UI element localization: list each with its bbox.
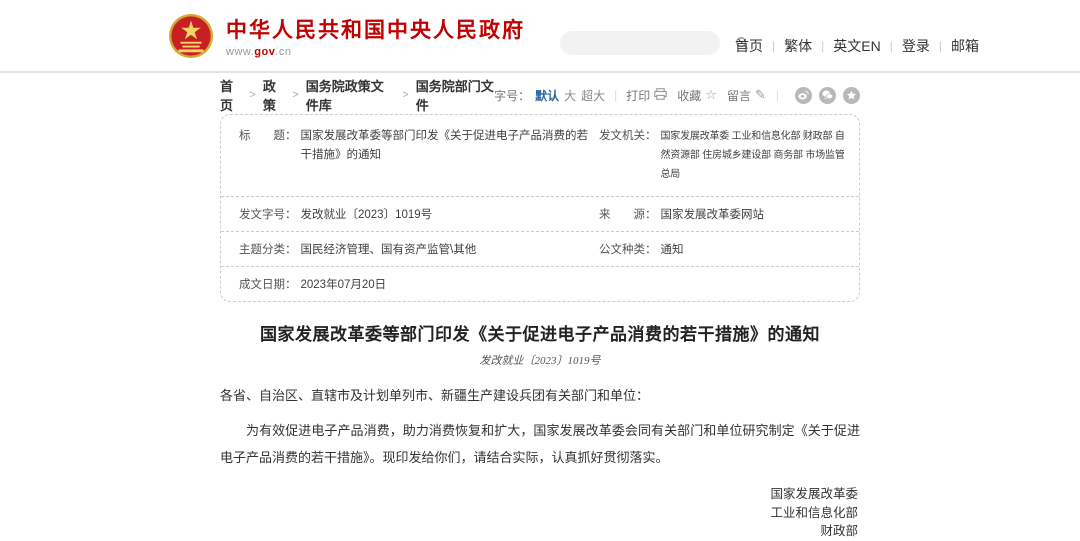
meta-label-doc-number: 发文字号： — [239, 206, 297, 222]
search-box[interactable] — [560, 31, 720, 55]
breadcrumb-item-department-docs[interactable]: 国务院部门文件 — [416, 76, 494, 114]
meta-value-agency: 国家发展改革委 工业和信息化部 财政部 自然资源部 住房城乡建设部 商务部 市场… — [661, 127, 848, 184]
weibo-icon — [798, 90, 809, 100]
breadcrumb-item-policy[interactable]: 政策 — [263, 76, 285, 114]
nav-separator: | — [772, 39, 775, 53]
nav-link-mail[interactable]: 邮箱 — [951, 36, 979, 56]
signature-item: 工业和信息化部 — [220, 504, 858, 523]
document-page: 首页 > 政策 > 国务院政策文件库 > 国务院部门文件 字号： 默认 大 超大… — [220, 86, 860, 541]
meta-value-date: 2023年07月20日 — [301, 276, 387, 292]
meta-value-source: 国家发展改革委网站 — [661, 206, 765, 222]
font-size-option-xlarge[interactable]: 超大 — [581, 87, 605, 104]
meta-cell-doc-type: 公文种类： 通知 — [599, 241, 847, 257]
nav-link-english[interactable]: 英文EN — [833, 36, 880, 56]
font-size-option-large[interactable]: 大 — [564, 87, 576, 104]
article-paragraph: 为有效促进电子产品消费，助力消费恢复和扩大，国家发展改革委会同有关部门和单位研究… — [220, 417, 860, 471]
meta-value-doc-number: 发改就业〔2023〕1019号 — [301, 206, 433, 222]
article-doc-number: 发改就业〔2023〕1019号 — [220, 352, 860, 368]
favorite-button[interactable]: 收藏 ☆ — [677, 87, 717, 104]
site-header: 中华人民共和国中央人民政府 www.gov.cn 首页 | 繁体 | 英文EN … — [0, 0, 1080, 73]
signature-list: 国家发展改革委 工业和信息化部 财政部 自然资源部 住房城乡建设部 商务部 市场… — [220, 485, 860, 541]
signature-item: 国家发展改革委 — [220, 485, 858, 504]
star-icon: ☆ — [705, 87, 717, 103]
meta-cell-source: 来 源： 国家发展改革委网站 — [599, 206, 847, 222]
meta-cell-doc-number: 发文字号： 发改就业〔2023〕1019号 — [239, 206, 599, 222]
breadcrumb: 首页 > 政策 > 国务院政策文件库 > 国务院部门文件 — [220, 76, 494, 114]
toolbar-row: 首页 > 政策 > 国务院政策文件库 > 国务院部门文件 字号： 默认 大 超大… — [220, 86, 860, 104]
page-tools: 字号： 默认 大 超大 | 打印 收藏 ☆ 留言 ✎ | — [494, 87, 860, 104]
nav-link-login[interactable]: 登录 — [902, 36, 930, 56]
print-button[interactable]: 打印 — [626, 87, 667, 104]
meta-value-category: 国民经济管理、国有资产监管\其他 — [301, 241, 477, 257]
chevron-separator: > — [249, 89, 255, 101]
meta-cell-date: 成文日期： 2023年07月20日 — [239, 276, 599, 292]
breadcrumb-item-home[interactable]: 首页 — [220, 76, 242, 114]
site-url: www.gov.cn — [226, 46, 525, 58]
toolbar-separator: | — [614, 88, 617, 102]
doc-meta-table: 标 题： 国家发展改革委等部门印发《关于促进电子产品消费的若干措施》的通知 发文… — [220, 114, 860, 302]
share-weibo-button[interactable] — [795, 87, 812, 104]
meta-row-number-source: 发文字号： 发改就业〔2023〕1019号 来 源： 国家发展改革委网站 — [221, 197, 859, 232]
national-emblem-icon — [168, 13, 214, 59]
meta-cell-category: 主题分类： 国民经济管理、国有资产监管\其他 — [239, 241, 599, 257]
wechat-icon — [822, 90, 833, 100]
nav-link-traditional[interactable]: 繁体 — [784, 36, 812, 56]
meta-label-title: 标 题： — [239, 127, 297, 184]
meta-label-agency: 发文机关： — [599, 127, 657, 184]
share-qzone-button[interactable] — [843, 87, 860, 104]
meta-value-doc-type: 通知 — [661, 241, 684, 257]
toolbar-separator: | — [776, 88, 779, 102]
meta-label-date: 成文日期： — [239, 276, 297, 292]
printer-icon — [654, 88, 667, 103]
pencil-icon: ✎ — [755, 87, 766, 103]
nav-separator: | — [821, 39, 824, 53]
meta-label-doc-type: 公文种类： — [599, 241, 657, 257]
breadcrumb-item-library[interactable]: 国务院政策文件库 — [306, 76, 396, 114]
chevron-separator: > — [402, 89, 408, 101]
meta-label-category: 主题分类： — [239, 241, 297, 257]
font-size-label: 字号： — [494, 87, 530, 104]
article-title: 国家发展改革委等部门印发《关于促进电子产品消费的若干措施》的通知 — [220, 320, 860, 345]
signature-item: 财政部 — [220, 522, 858, 541]
top-nav: 首页 | 繁体 | 英文EN | 登录 | 邮箱 — [735, 36, 979, 56]
search-input[interactable] — [560, 36, 735, 50]
meta-row-date: 成文日期： 2023年07月20日 — [221, 267, 859, 301]
site-title: 中华人民共和国中央人民政府 — [226, 14, 525, 44]
nav-separator: | — [890, 39, 893, 53]
chevron-separator: > — [292, 89, 298, 101]
nav-separator: | — [939, 39, 942, 53]
qzone-star-icon — [846, 90, 857, 101]
meta-row-title-agency: 标 题： 国家发展改革委等部门印发《关于促进电子产品消费的若干措施》的通知 发文… — [221, 115, 859, 197]
meta-cell-title: 标 题： 国家发展改革委等部门印发《关于促进电子产品消费的若干措施》的通知 — [239, 127, 599, 184]
font-size-option-default[interactable]: 默认 — [535, 87, 559, 104]
nav-link-home[interactable]: 首页 — [735, 36, 763, 56]
site-brand[interactable]: 中华人民共和国中央人民政府 www.gov.cn — [168, 13, 525, 59]
comment-button[interactable]: 留言 ✎ — [727, 87, 766, 104]
article-salutation: 各省、自治区、直辖市及计划单列市、新疆生产建设兵团有关部门和单位： — [220, 384, 860, 408]
meta-row-category-type: 主题分类： 国民经济管理、国有资产监管\其他 公文种类： 通知 — [221, 232, 859, 267]
meta-cell-agency: 发文机关： 国家发展改革委 工业和信息化部 财政部 自然资源部 住房城乡建设部 … — [599, 127, 847, 184]
share-wechat-button[interactable] — [819, 87, 836, 104]
meta-label-source: 来 源： — [599, 206, 657, 222]
meta-value-title: 国家发展改革委等部门印发《关于促进电子产品消费的若干措施》的通知 — [301, 127, 600, 184]
